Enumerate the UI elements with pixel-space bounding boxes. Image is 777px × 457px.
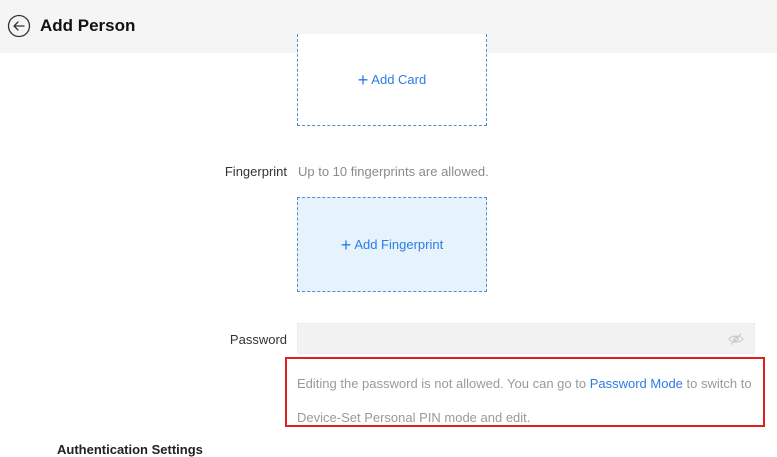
add-card-button[interactable]: + Add Card	[297, 34, 487, 126]
password-mode-link[interactable]: Password Mode	[590, 376, 683, 391]
plus-icon: +	[340, 234, 352, 255]
fingerprint-label: Fingerprint	[224, 164, 287, 179]
eye-off-icon[interactable]	[728, 332, 744, 346]
page-title: Add Person	[40, 16, 136, 35]
plus-icon: +	[357, 69, 369, 90]
add-card-label: Add Card	[371, 72, 427, 87]
password-edit-notice: Editing the password is not allowed. You…	[285, 357, 765, 427]
notice-text-before: Editing the password is not allowed. You…	[297, 376, 590, 391]
back-arrow-icon[interactable]	[7, 14, 31, 38]
fingerprint-hint: Up to 10 fingerprints are allowed.	[298, 164, 489, 179]
add-fingerprint-label: Add Fingerprint	[354, 237, 444, 252]
password-field[interactable]	[297, 323, 755, 354]
password-label: Password	[229, 332, 287, 347]
add-fingerprint-button[interactable]: + Add Fingerprint	[297, 197, 487, 292]
